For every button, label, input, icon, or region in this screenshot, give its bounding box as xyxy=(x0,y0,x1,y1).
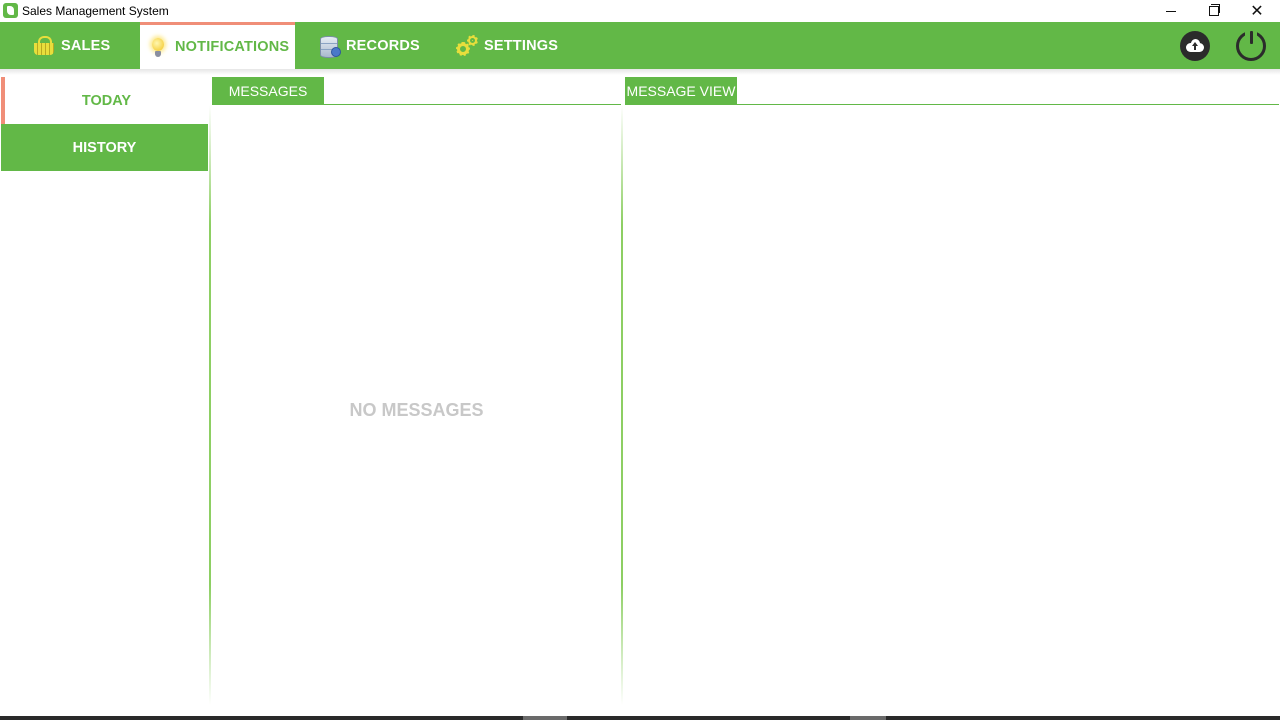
taskbar-strip xyxy=(0,716,1280,720)
title-bar: Sales Management System ✕ xyxy=(0,0,1280,22)
nav-tab-label: RECORDS xyxy=(346,37,420,54)
cloud-upload-button[interactable] xyxy=(1180,31,1210,61)
nav-tab-settings[interactable]: SETTINGS xyxy=(456,22,558,69)
nav-shadow xyxy=(0,69,1280,75)
gears-icon xyxy=(456,34,478,57)
app-logo-icon xyxy=(3,3,18,18)
message-view-header-underline xyxy=(625,104,1279,105)
panel-divider xyxy=(621,105,623,705)
cloud-upload-icon xyxy=(1186,39,1204,52)
sidebar-item-today[interactable]: TODAY xyxy=(1,77,208,124)
panel-divider xyxy=(209,105,211,705)
message-view-panel-header: MESSAGE VIEW xyxy=(625,77,737,105)
nav-tab-records[interactable]: RECORDS xyxy=(318,22,420,69)
nav-tab-label: SETTINGS xyxy=(484,37,559,54)
messages-empty-state: NO MESSAGES xyxy=(349,400,484,420)
taskbar-highlight xyxy=(523,716,567,720)
nav-tab-sales[interactable]: SALES xyxy=(33,22,110,69)
messages-header-underline xyxy=(212,104,621,105)
nav-tab-notifications[interactable]: NOTIFICATIONS xyxy=(140,22,295,69)
nav-tab-label: SALES xyxy=(61,37,111,54)
sidebar-item-label: HISTORY xyxy=(72,139,137,156)
power-icon xyxy=(1236,30,1266,61)
nav-tab-label: NOTIFICATIONS xyxy=(175,39,290,55)
power-button[interactable] xyxy=(1236,30,1266,61)
message-view-header-label: MESSAGE VIEW xyxy=(626,83,736,99)
messages-panel-header: MESSAGES xyxy=(212,77,324,105)
messages-header-label: MESSAGES xyxy=(228,83,308,99)
sidebar-item-label: TODAY xyxy=(81,92,132,109)
sidebar-item-history[interactable]: HISTORY xyxy=(1,124,208,171)
restore-button[interactable] xyxy=(1191,0,1237,22)
close-button[interactable]: ✕ xyxy=(1234,0,1280,22)
close-icon: ✕ xyxy=(1250,1,1264,20)
restore-icon xyxy=(1209,4,1220,16)
minimize-button[interactable] xyxy=(1148,0,1194,22)
taskbar-highlight xyxy=(850,716,886,720)
database-icon xyxy=(318,35,341,58)
minimize-icon xyxy=(1166,10,1176,12)
lightbulb-icon xyxy=(147,36,169,58)
window-title: Sales Management System xyxy=(22,4,169,18)
main-nav-bar: SALES NOTIFICATIONS RECORDS SETTINGS xyxy=(0,22,1280,69)
basket-icon xyxy=(33,35,55,57)
